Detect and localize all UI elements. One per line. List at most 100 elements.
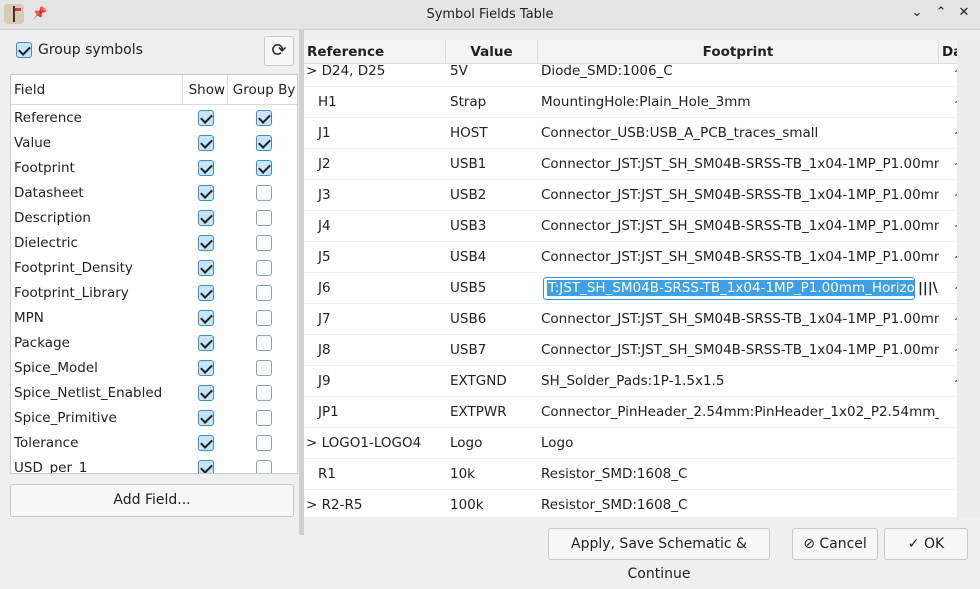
cell-reference[interactable]: H1 bbox=[304, 94, 446, 110]
cell-reference[interactable]: J8 bbox=[304, 342, 446, 358]
grid-row[interactable]: J6 USB5 T:JST_SH_SM04B-SRSS-TB_1x04-1MP_P… bbox=[304, 273, 980, 304]
cell-footprint[interactable]: Diode_SMD:1006_C bbox=[538, 63, 939, 79]
show-checkbox[interactable] bbox=[198, 409, 215, 426]
cell-value[interactable]: 5V bbox=[446, 63, 538, 79]
cell-footprint[interactable]: Connector_PinHeader_2.54mm:PinHeader_1x0… bbox=[538, 404, 939, 420]
show-checkbox[interactable] bbox=[198, 184, 215, 201]
vertical-scrollbar[interactable] bbox=[957, 40, 980, 517]
apply-save-button[interactable]: Apply, Save Schematic & Continue bbox=[548, 528, 770, 582]
group-by-checkbox[interactable] bbox=[255, 109, 272, 126]
cell-reference[interactable]: R1 bbox=[304, 466, 446, 482]
cell-footprint[interactable]: Connector_JST:JST_SH_SM04B-SRSS-TB_1x04-… bbox=[538, 218, 939, 234]
cell-value[interactable]: HOST bbox=[446, 125, 538, 141]
cell-footprint[interactable]: Connector_USB:USB_A_PCB_traces_small bbox=[538, 125, 939, 141]
cell-value[interactable]: EXTPWR bbox=[446, 404, 538, 420]
cell-value[interactable]: USB4 bbox=[446, 249, 538, 265]
cell-footprint[interactable]: Connector_JST:JST_SH_SM04B-SRSS-TB_1x04-… bbox=[538, 249, 939, 265]
footprint-editor[interactable]: T:JST_SH_SM04B-SRSS-TB_1x04-1MP_P1.00mm_… bbox=[543, 276, 915, 300]
cell-value[interactable]: 10k bbox=[446, 466, 538, 482]
cell-value[interactable]: USB6 bbox=[446, 311, 538, 327]
cell-reference[interactable]: J4 bbox=[304, 218, 446, 234]
show-checkbox[interactable] bbox=[198, 159, 215, 176]
cell-value[interactable]: USB3 bbox=[446, 218, 538, 234]
grid-row[interactable]: J5 USB4 Connector_JST:JST_SH_SM04B-SRSS-T… bbox=[304, 242, 980, 273]
cell-footprint[interactable]: Connector_JST:JST_SH_SM04B-SRSS-TB_1x04-… bbox=[538, 187, 939, 203]
grid-row[interactable]: J7 USB6 Connector_JST:JST_SH_SM04B-SRSS-T… bbox=[304, 304, 980, 335]
show-checkbox[interactable] bbox=[198, 109, 215, 126]
cell-reference[interactable]: > LOGO1-LOGO4 bbox=[304, 435, 446, 451]
cell-value[interactable]: EXTGND bbox=[446, 373, 538, 389]
cell-value[interactable]: USB7 bbox=[446, 342, 538, 358]
cell-reference[interactable]: J6 bbox=[304, 280, 446, 296]
grid-row[interactable]: J4 USB3 Connector_JST:JST_SH_SM04B-SRSS-T… bbox=[304, 211, 980, 242]
cell-value[interactable]: 100k bbox=[446, 497, 538, 513]
group-by-checkbox[interactable] bbox=[255, 284, 272, 301]
group-by-checkbox[interactable] bbox=[255, 359, 272, 376]
group-by-checkbox[interactable] bbox=[255, 209, 272, 226]
cell-value[interactable]: USB2 bbox=[446, 187, 538, 203]
show-checkbox[interactable] bbox=[198, 434, 215, 451]
cell-reference[interactable]: J9 bbox=[304, 373, 446, 389]
group-by-checkbox[interactable] bbox=[255, 384, 272, 401]
show-checkbox[interactable] bbox=[198, 134, 215, 151]
cell-footprint[interactable]: Resistor_SMD:1608_C bbox=[538, 497, 939, 513]
grid-row[interactable]: > R2-R5 100k Resistor_SMD:1608_C bbox=[304, 490, 980, 517]
grid-row[interactable]: J1 HOST Connector_USB:USB_A_PCB_traces_sm… bbox=[304, 118, 980, 149]
group-by-checkbox[interactable] bbox=[255, 259, 272, 276]
group-by-checkbox[interactable] bbox=[255, 459, 272, 473]
group-by-checkbox[interactable] bbox=[255, 434, 272, 451]
grid-row[interactable]: R1 10k Resistor_SMD:1608_C bbox=[304, 459, 980, 490]
show-checkbox[interactable] bbox=[198, 284, 215, 301]
cell-reference[interactable]: J7 bbox=[304, 311, 446, 327]
grid-row[interactable]: JP1 EXTPWR Connector_PinHeader_2.54mm:Pin… bbox=[304, 397, 980, 428]
group-by-checkbox[interactable] bbox=[255, 234, 272, 251]
show-checkbox[interactable] bbox=[198, 259, 215, 276]
grid-row[interactable]: J2 USB1 Connector_JST:JST_SH_SM04B-SRSS-T… bbox=[304, 149, 980, 180]
chevron-down-icon[interactable]: ⌄ bbox=[908, 5, 926, 20]
group-by-checkbox[interactable] bbox=[255, 159, 272, 176]
close-icon[interactable]: ✕ bbox=[955, 5, 973, 20]
col-value[interactable]: Value bbox=[446, 40, 538, 64]
grid-row[interactable]: J8 USB7 Connector_JST:JST_SH_SM04B-SRSS-T… bbox=[304, 335, 980, 366]
grid-row[interactable]: J9 EXTGNDSH_Solder_Pads:1P-1.5x1.5 ~ bbox=[304, 366, 980, 397]
cell-footprint[interactable]: Logo bbox=[538, 435, 939, 451]
cell-reference[interactable]: J2 bbox=[304, 156, 446, 172]
show-checkbox[interactable] bbox=[198, 359, 215, 376]
group-by-checkbox[interactable] bbox=[255, 309, 272, 326]
grid-row[interactable]: J3 USB2 Connector_JST:JST_SH_SM04B-SRSS-T… bbox=[304, 180, 980, 211]
group-by-checkbox[interactable] bbox=[255, 409, 272, 426]
show-checkbox[interactable] bbox=[198, 209, 215, 226]
cell-reference[interactable]: J1 bbox=[304, 125, 446, 141]
cell-footprint[interactable]: SH_Solder_Pads:1P-1.5x1.5 bbox=[538, 373, 939, 389]
cell-footprint[interactable]: Connector_JST:JST_SH_SM04B-SRSS-TB_1x04-… bbox=[538, 156, 939, 172]
cell-value[interactable]: USB1 bbox=[446, 156, 538, 172]
show-checkbox[interactable] bbox=[198, 309, 215, 326]
grid-row[interactable]: H1 StrapMountingHole:Plain_Hole_3mm ~ bbox=[304, 87, 980, 118]
col-footprint[interactable]: Footprint bbox=[538, 40, 939, 64]
show-checkbox[interactable] bbox=[198, 384, 215, 401]
cell-footprint[interactable]: Connector_JST:JST_SH_SM04B-SRSS-TB_1x04-… bbox=[538, 311, 939, 327]
header-show[interactable]: Show bbox=[182, 75, 227, 105]
cell-reference[interactable]: > R2-R5 bbox=[304, 497, 446, 513]
cell-footprint[interactable]: Resistor_SMD:1608_C bbox=[538, 466, 939, 482]
col-reference[interactable]: Reference bbox=[304, 40, 446, 64]
group-by-checkbox[interactable] bbox=[255, 184, 272, 201]
cell-reference[interactable]: JP1 bbox=[304, 404, 446, 420]
cell-reference[interactable]: > D24, D25 bbox=[304, 63, 446, 79]
chevron-up-icon[interactable]: ⌃ bbox=[932, 5, 950, 20]
cell-value[interactable]: USB5 bbox=[446, 280, 538, 296]
cell-reference[interactable]: J5 bbox=[304, 249, 446, 265]
add-field-button[interactable]: Add Field... bbox=[10, 484, 294, 517]
ok-button[interactable]: ✓ OK bbox=[884, 528, 968, 560]
header-field[interactable]: Field bbox=[11, 82, 182, 98]
cell-footprint[interactable]: MountingHole:Plain_Hole_3mm bbox=[538, 94, 939, 110]
refresh-button[interactable]: ⟳ bbox=[264, 36, 294, 66]
cancel-button[interactable]: ⊘ Cancel bbox=[792, 528, 878, 560]
cell-value[interactable]: Strap bbox=[446, 94, 538, 110]
show-checkbox[interactable] bbox=[198, 334, 215, 351]
group-symbols-checkbox[interactable]: Group symbols bbox=[16, 42, 143, 58]
grid-row[interactable]: > LOGO1-LOGO4 Logo Logo bbox=[304, 428, 980, 459]
show-checkbox[interactable] bbox=[198, 234, 215, 251]
group-by-checkbox[interactable] bbox=[255, 134, 272, 151]
library-browse-icon[interactable]: |||\ bbox=[918, 280, 938, 296]
